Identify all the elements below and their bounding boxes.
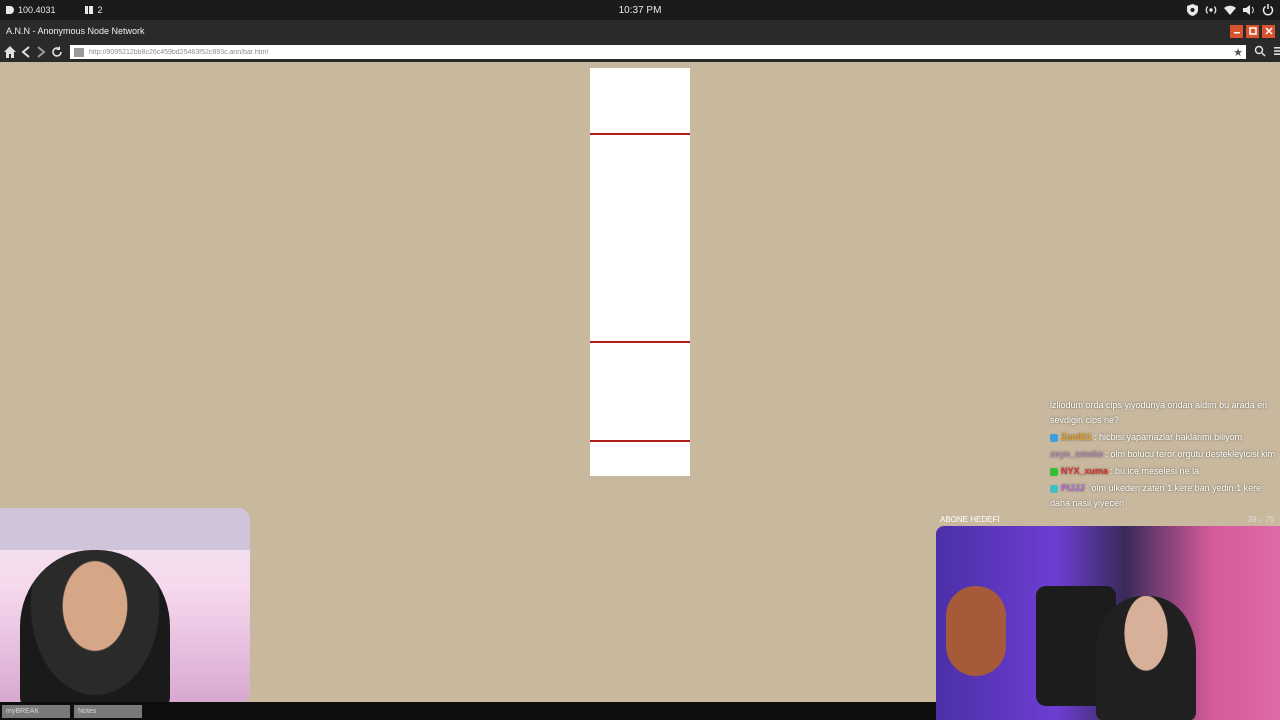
figure-shelf (0, 508, 250, 550)
maximize-icon (1248, 27, 1257, 35)
chat-text: : bu ice meselesi ne la (1110, 466, 1200, 476)
volume-icon[interactable] (1243, 4, 1255, 16)
teddy-bear (946, 586, 1006, 676)
close-icon (1264, 27, 1273, 35)
back-button[interactable] (21, 45, 31, 59)
taskbar: myBREAK Notes (0, 702, 936, 720)
minimize-icon (1233, 32, 1240, 34)
bar-line-top (590, 133, 690, 135)
bookmark-star-icon[interactable]: ★ (1233, 46, 1246, 59)
chat-message: NYX_xuma: bu ice meselesi ne la (1050, 464, 1280, 479)
forward-button[interactable] (36, 45, 46, 59)
home-icon (4, 46, 16, 58)
notes-count: 2 (97, 5, 103, 15)
chat-badge-icon (1050, 433, 1058, 442)
webcam-right (936, 526, 1280, 720)
os-status-left: 100.4031 2 (0, 5, 300, 15)
chat-message: PIJJJ: olm ulkeden zaten 1 kere ban yedi… (1050, 481, 1280, 511)
browser-title-bar[interactable]: A.N.N - Anonymous Node Network (0, 20, 1280, 42)
os-tray (1186, 4, 1280, 16)
notes-icon (84, 6, 93, 14)
chat-message: Zan821: hicbisi yapamazlar haklarimi bil… (1050, 430, 1280, 445)
bar-line-middle (590, 341, 690, 343)
os-top-bar: 100.4031 2 10:37 PM (0, 0, 1280, 20)
close-button[interactable] (1262, 24, 1275, 38)
bar-widget[interactable] (590, 68, 690, 476)
wifi-icon[interactable] (1224, 4, 1236, 16)
screen: 100.4031 2 10:37 PM A.N.N - Anonymous No… (0, 0, 1280, 720)
goal-counts: 39 ↓ 75 (1247, 514, 1274, 524)
shield-icon[interactable] (1186, 4, 1198, 16)
url-text: http://9095212bb8c26c459bd25463f52c893c.… (89, 48, 269, 56)
browser-nav-bar: http://9095212bb8c26c459bd25463f52c893c.… (0, 42, 1280, 62)
forward-arrow-icon (37, 46, 46, 58)
signal-icon[interactable] (1205, 4, 1217, 16)
minimize-button[interactable] (1230, 24, 1243, 38)
address-bar[interactable]: http://9095212bb8c26c459bd25463f52c893c.… (70, 45, 1246, 59)
goal-label: ABONE HEDEFİ (940, 514, 1000, 524)
chat-text: izliodum orda cips yiyodunya ondan aldim… (1050, 400, 1268, 425)
extension-icon[interactable] (1254, 45, 1266, 60)
chat-badge-icon (1050, 467, 1058, 476)
chat-user: Zan821 (1061, 432, 1093, 442)
notes-status[interactable]: 2 (84, 5, 103, 15)
streamer-left (20, 550, 170, 704)
chat-text: : hicbisi yapamazlar haklarimi biliyom (1094, 432, 1243, 442)
maximize-button[interactable] (1246, 24, 1259, 38)
reload-button[interactable] (51, 45, 63, 59)
webcam-left (0, 508, 250, 704)
reload-icon (52, 46, 62, 57)
back-arrow-icon (21, 46, 30, 58)
window-title: A.N.N - Anonymous Node Network (6, 26, 145, 36)
subscriber-goal: ABONE HEDEFİ 39 ↓ 75 (940, 512, 1280, 526)
taskbar-item-mybreak[interactable]: myBREAK (2, 704, 70, 718)
taskbar-item-notes[interactable]: Notes (74, 704, 142, 718)
home-button[interactable] (4, 45, 16, 59)
hamburger-icon (1274, 46, 1280, 55)
node-icon (6, 6, 14, 14)
chat-badge-icon (1050, 484, 1058, 493)
bar-line-bottom (590, 440, 690, 442)
menu-button[interactable] (1274, 45, 1280, 60)
streamer-right (1096, 596, 1196, 720)
node-count: 100.4031 (18, 5, 56, 15)
chat-message: zeyn_smoke: olm bolucu teror orgutu dest… (1050, 447, 1280, 462)
stream-chat: izliodum orda cips yiyodunya ondan aldim… (1050, 398, 1280, 513)
chat-user: PIJJJ (1061, 483, 1085, 493)
page-info-icon[interactable] (74, 47, 84, 57)
node-status[interactable]: 100.4031 (4, 5, 56, 15)
chat-user: zeyn_smoke (1050, 449, 1104, 459)
browser-tools (1254, 45, 1280, 60)
chat-text: : olm bolucu teror orgutu destekleyicisi… (1105, 449, 1276, 459)
chat-user: NYX_xuma (1061, 466, 1109, 476)
window-controls (1230, 24, 1280, 38)
power-icon[interactable] (1262, 4, 1274, 16)
chat-message: izliodum orda cips yiyodunya ondan aldim… (1050, 398, 1280, 428)
